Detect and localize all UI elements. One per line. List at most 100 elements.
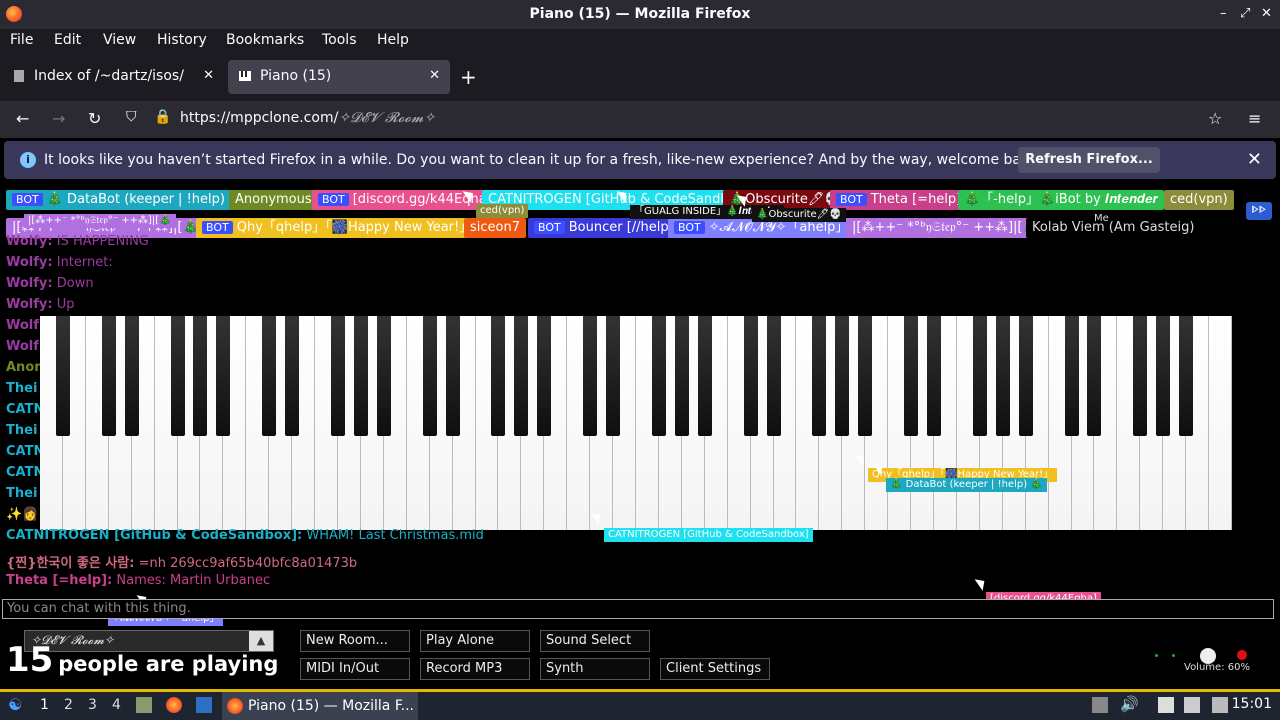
people-count-text: people are playing: [58, 652, 279, 676]
piano-black-key[interactable]: [331, 316, 345, 436]
clipboard-icon[interactable]: [1158, 697, 1174, 713]
piano-black-key[interactable]: [812, 316, 827, 436]
sound-select-button[interactable]: Sound Select: [540, 630, 650, 652]
piano-black-key[interactable]: [285, 316, 300, 436]
player-name-tag[interactable]: 🎄「-help」🎄iBot by 𝑰𝒏𝒕𝒆𝒏𝒅𝒆𝒓: [958, 190, 1165, 210]
back-icon[interactable]: ←: [16, 109, 29, 128]
new-room-button[interactable]: New Room...: [300, 630, 410, 652]
piano-black-key[interactable]: [1133, 316, 1148, 436]
piano-black-key[interactable]: [353, 316, 368, 436]
close-tab-icon[interactable]: ✕: [429, 68, 440, 83]
reload-icon[interactable]: ↻: [88, 109, 101, 128]
shield-icon[interactable]: ⛉: [126, 109, 137, 125]
player-name-tag[interactable]: BOT 🎄 DataBot (keeper | !help) 🎄: [6, 190, 252, 210]
menubar: File Edit View History Bookmarks Tools H…: [0, 29, 1280, 53]
player-name-tag[interactable]: siceon7: [464, 218, 526, 238]
close-notification-icon[interactable]: ✕: [1247, 149, 1262, 170]
piano-black-key[interactable]: [1179, 316, 1194, 436]
midi-button[interactable]: MIDI In/Out: [300, 658, 410, 680]
bookmark-star-icon[interactable]: ☆: [1208, 109, 1222, 128]
player-name-tag[interactable]: BOT Qhy「qhelp」「🎆Happy New Year!」: [196, 218, 479, 238]
record-mp3-button[interactable]: Record MP3: [420, 658, 530, 680]
piano-black-key[interactable]: [743, 316, 758, 436]
piano-black-key[interactable]: [445, 316, 460, 436]
play-alone-button[interactable]: Play Alone: [420, 630, 530, 652]
menu-history[interactable]: History: [157, 32, 207, 48]
workspace-1[interactable]: 1: [40, 697, 49, 713]
network-icon[interactable]: [1212, 697, 1228, 713]
close-window-icon[interactable]: ✕: [1261, 6, 1272, 21]
tab-piano[interactable]: Piano (15) ✕: [228, 60, 450, 94]
piano-black-key[interactable]: [1064, 316, 1079, 436]
synth-button[interactable]: Synth: [540, 658, 650, 680]
piano-black-key[interactable]: [422, 316, 437, 436]
tab-index-isos[interactable]: Index of /~dartz/isos/ ✕: [2, 60, 224, 94]
piano-black-key[interactable]: [376, 316, 391, 436]
piano-black-key[interactable]: [1087, 316, 1102, 436]
piano-white-key[interactable]: [1209, 316, 1232, 530]
url-bar[interactable]: https://mppclone.com/✧𝓓𝓔𝓥 𝓡𝓸𝓸𝓶✧: [180, 110, 435, 126]
menu-edit[interactable]: Edit: [54, 32, 81, 48]
player-name-tag[interactable]: Anonymous: [229, 190, 318, 210]
bot-badge: BOT: [674, 221, 705, 234]
piano-black-key[interactable]: [606, 316, 621, 436]
piano-black-key[interactable]: [674, 316, 689, 436]
volume-icon[interactable]: 🔊: [1120, 695, 1139, 713]
forward-icon[interactable]: →: [52, 109, 65, 128]
translate-icon[interactable]: ᐈᐈ: [1246, 202, 1272, 220]
piano-black-key[interactable]: [124, 316, 139, 436]
piano-black-key[interactable]: [972, 316, 987, 436]
new-tab-icon[interactable]: +: [460, 65, 477, 89]
hamburger-menu-icon[interactable]: ≡: [1248, 109, 1261, 128]
close-tab-icon[interactable]: ✕: [203, 68, 214, 83]
workspace-4[interactable]: 4: [112, 697, 121, 713]
file-manager-icon[interactable]: [136, 697, 152, 713]
player-name-tag[interactable]: |[⁂++⁻ *°ᵇ𝔶𝔖𝔱𝔢𝔭°⁻ ++⁂]|[🎄: [846, 218, 1045, 238]
piano-black-key[interactable]: [697, 316, 712, 436]
piano-black-key[interactable]: [995, 316, 1010, 436]
piano-black-key[interactable]: [193, 316, 208, 436]
client-settings-button[interactable]: Client Settings: [660, 658, 770, 680]
piano-black-key[interactable]: [858, 316, 873, 436]
piano-black-key[interactable]: [651, 316, 666, 436]
piano-black-key[interactable]: [766, 316, 781, 436]
display-icon[interactable]: [1184, 697, 1200, 713]
piano-black-key[interactable]: [491, 316, 506, 436]
piano-black-key[interactable]: [55, 316, 70, 436]
piano-black-key[interactable]: [1156, 316, 1171, 436]
terminal-icon[interactable]: [196, 697, 212, 713]
chat-input[interactable]: You can chat with this thing.: [2, 599, 1274, 619]
player-name: Bouncer [//help]: [568, 220, 674, 235]
piano-black-key[interactable]: [101, 316, 116, 436]
workspace-2[interactable]: 2: [64, 697, 73, 713]
player-name-tag[interactable]: Kolab Viem (Am Gasteig): [1026, 218, 1201, 238]
piano-black-key[interactable]: [262, 316, 277, 436]
menu-file[interactable]: File: [10, 32, 33, 48]
maximize-icon[interactable]: ⤢: [1240, 6, 1250, 21]
menu-bookmarks[interactable]: Bookmarks: [226, 32, 304, 48]
taskbar-firefox-window[interactable]: Piano (15) — Mozilla F...: [222, 692, 418, 720]
refresh-firefox-button[interactable]: Refresh Firefox...: [1018, 147, 1160, 173]
tray-up-icon[interactable]: [1092, 697, 1108, 713]
piano-black-key[interactable]: [904, 316, 919, 436]
player-name-tag[interactable]: BOT Theta [=help]: [830, 190, 968, 210]
menu-tools[interactable]: Tools: [322, 32, 357, 48]
player-name-tag[interactable]: BOT Bouncer [//help]: [528, 218, 680, 238]
piano-black-key[interactable]: [514, 316, 529, 436]
menu-view[interactable]: View: [103, 32, 136, 48]
workspace-3[interactable]: 3: [88, 697, 97, 713]
lock-icon[interactable]: 🔒: [154, 109, 171, 125]
piano-black-key[interactable]: [537, 316, 552, 436]
player-name-tag[interactable]: ced(vpn): [1164, 190, 1234, 210]
piano-keyboard[interactable]: [40, 316, 1232, 530]
start-menu-icon[interactable]: ☯: [8, 695, 22, 714]
piano-black-key[interactable]: [170, 316, 185, 436]
piano-black-key[interactable]: [583, 316, 598, 436]
menu-help[interactable]: Help: [377, 32, 409, 48]
firefox-launcher-icon[interactable]: [166, 697, 182, 713]
piano-black-key[interactable]: [835, 316, 850, 436]
piano-black-key[interactable]: [927, 316, 941, 436]
piano-black-key[interactable]: [1018, 316, 1033, 436]
minimize-icon[interactable]: –: [1220, 6, 1227, 21]
piano-black-key[interactable]: [216, 316, 231, 436]
